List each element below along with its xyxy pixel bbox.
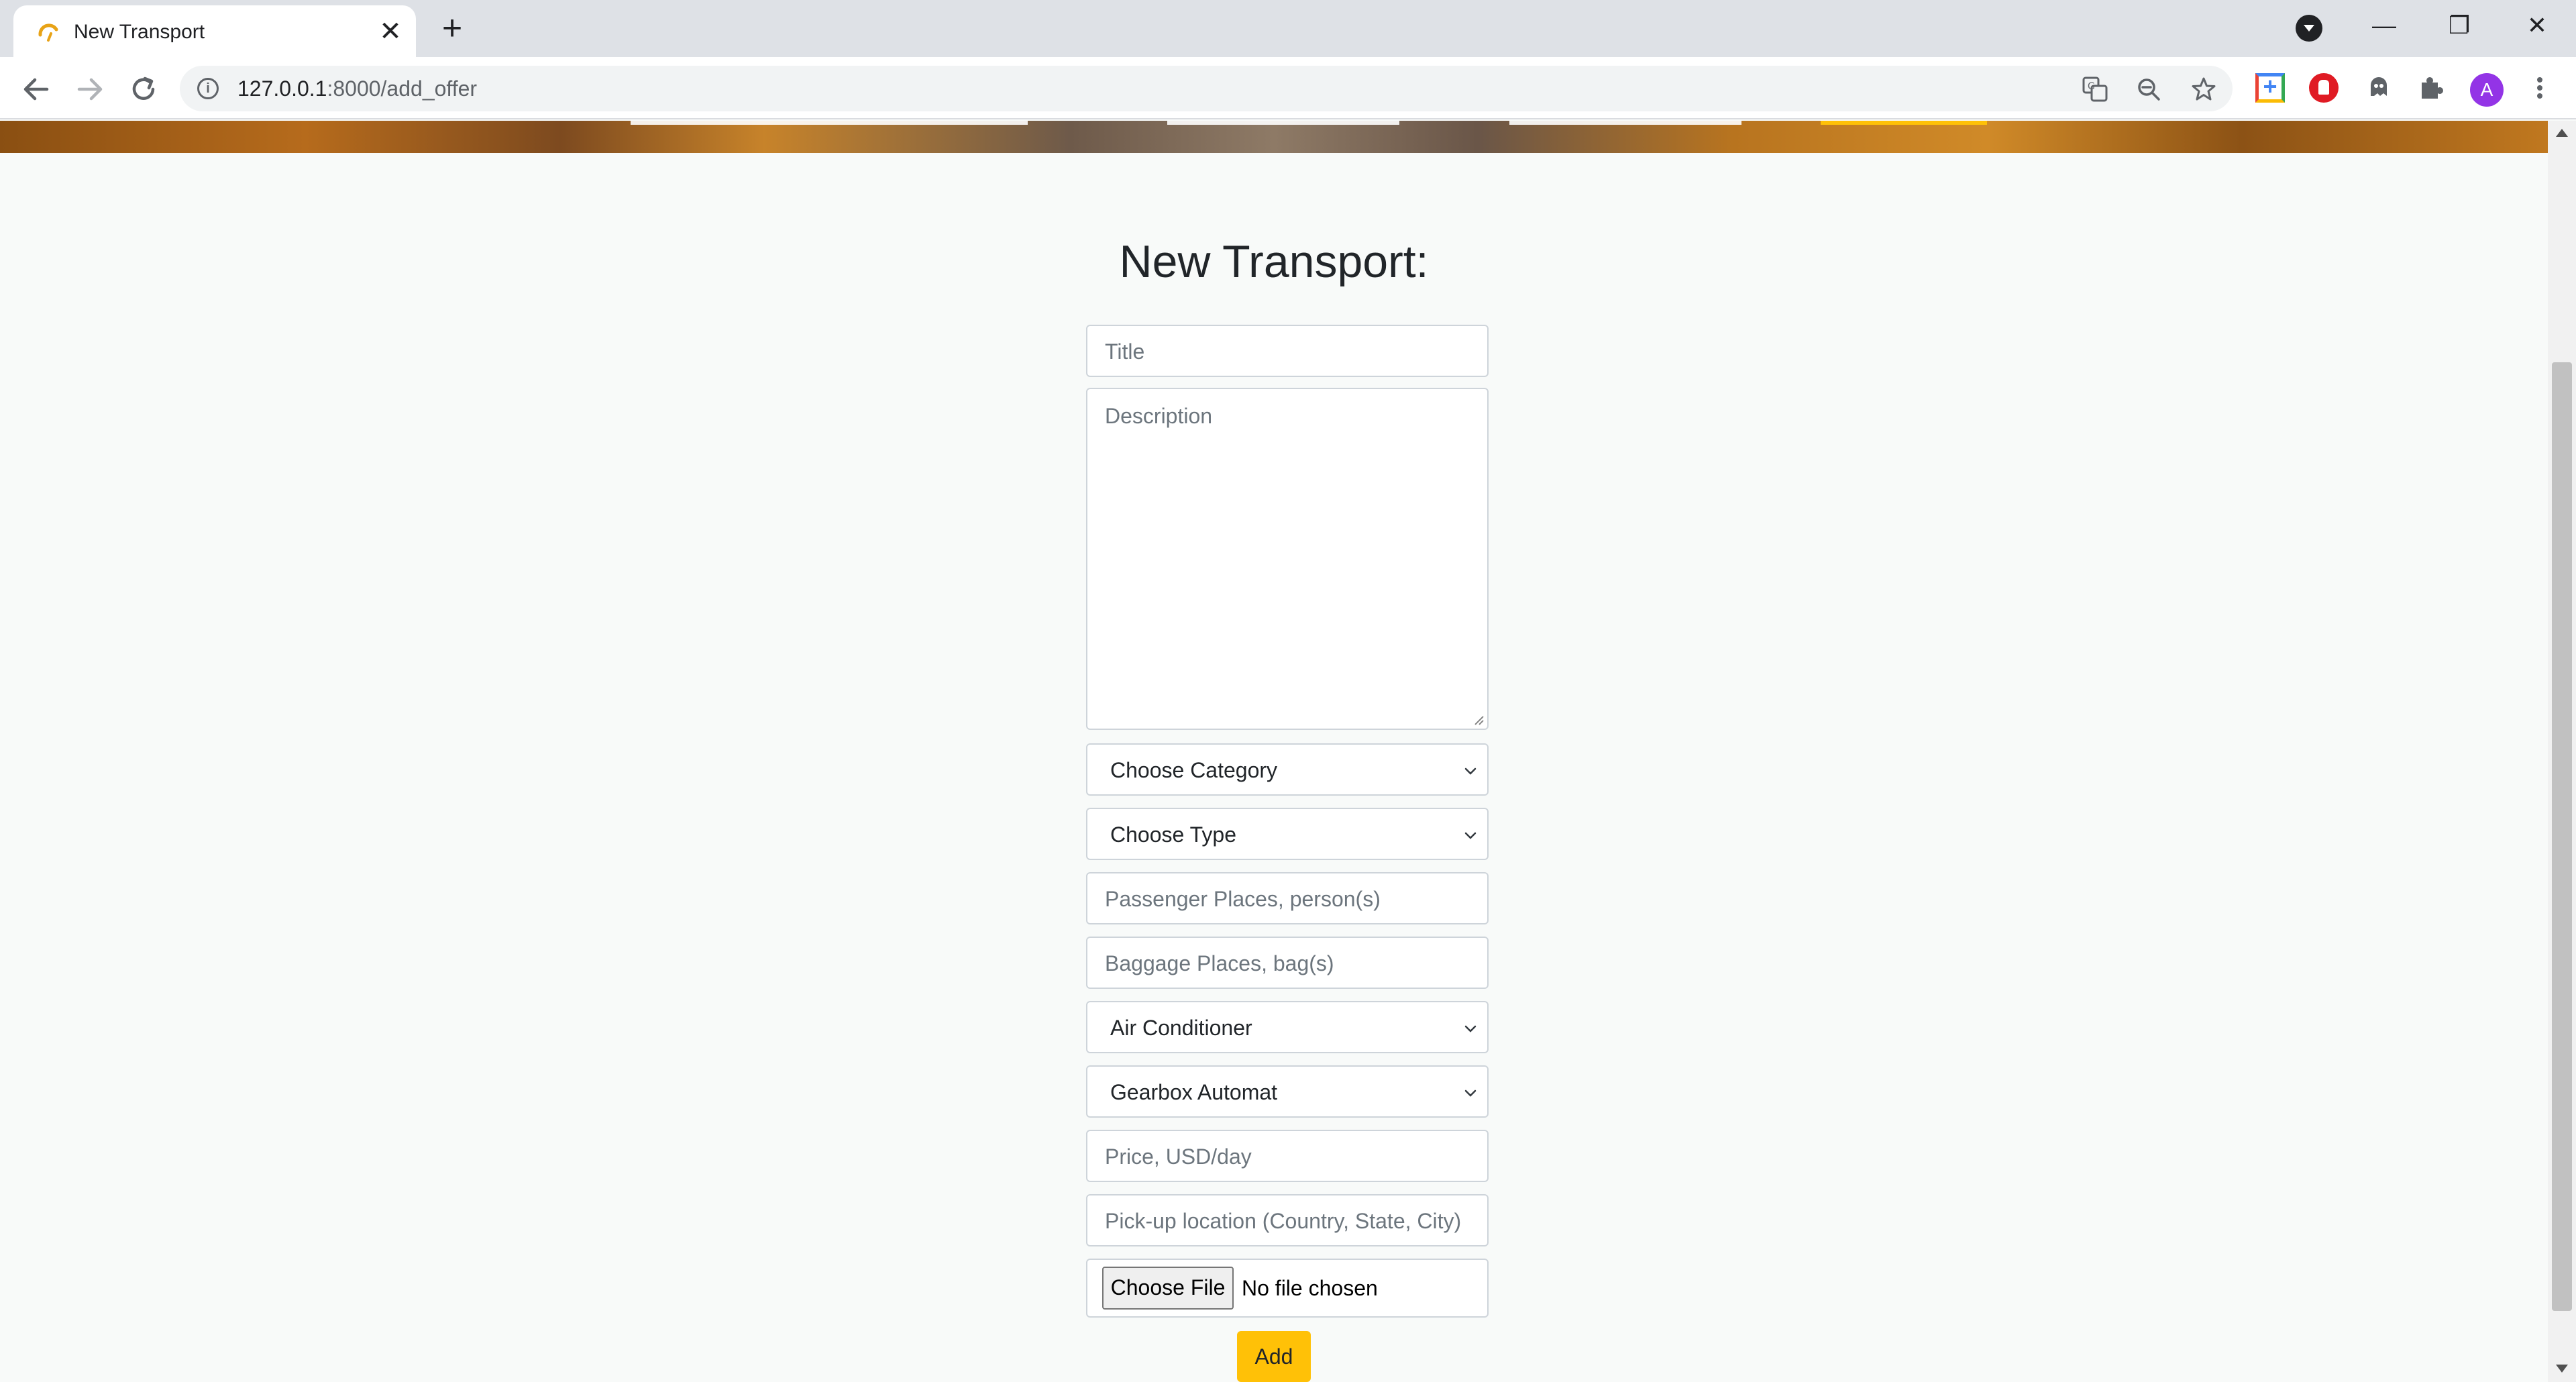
bookmark-star-icon[interactable]: [2190, 75, 2218, 103]
extensions-puzzle-icon[interactable]: [2412, 69, 2450, 107]
page-title: New Transport:: [1119, 236, 1429, 287]
file-upload-field: Choose File No file chosen: [1086, 1259, 1489, 1318]
gearbox-selected-value: Gearbox Automat: [1110, 1080, 1278, 1104]
loading-favicon-icon: [38, 23, 58, 42]
category-select[interactable]: Choose Category: [1086, 743, 1489, 796]
choose-file-button[interactable]: Choose File: [1102, 1267, 1234, 1310]
chevron-down-icon: [1464, 1025, 1477, 1032]
gearbox-select[interactable]: Gearbox Automat: [1086, 1065, 1489, 1118]
title-placeholder: Title: [1105, 339, 1145, 364]
hero-nav-field: [1167, 121, 1399, 125]
restore-icon[interactable]: ❐: [2439, 5, 2479, 46]
baggage-places-input[interactable]: Baggage Places, bag(s): [1086, 937, 1489, 989]
file-status-text: No file chosen: [1242, 1276, 1378, 1300]
svg-text:G: G: [2088, 81, 2095, 92]
browser-tab[interactable]: New Transport ✕: [13, 5, 416, 57]
browser-toolbar: i 127.0.0.1:8000/add_offer G A: [0, 57, 2576, 119]
chevron-down-icon: [1464, 832, 1477, 839]
category-selected-value: Choose Category: [1110, 758, 1278, 782]
description-textarea[interactable]: Description: [1086, 388, 1489, 730]
chevron-down-icon: [1464, 1089, 1477, 1097]
tab-title: New Transport: [74, 21, 205, 43]
forward-arrow-icon[interactable]: [71, 70, 109, 108]
price-input[interactable]: Price, USD/day: [1086, 1130, 1489, 1182]
ghost-extension-icon[interactable]: [2360, 69, 2398, 107]
type-select[interactable]: Choose Type: [1086, 808, 1489, 860]
hero-search-button: [1821, 121, 1987, 125]
new-tab-button[interactable]: +: [435, 11, 470, 46]
adblock-extension-icon[interactable]: [2309, 73, 2339, 103]
close-tab-icon[interactable]: ✕: [376, 17, 405, 46]
resize-handle-icon[interactable]: [1472, 714, 1485, 726]
hero-nav-field: [631, 121, 1028, 125]
google-extension-icon[interactable]: [2255, 72, 2285, 103]
air-conditioner-select[interactable]: Air Conditioner: [1086, 1001, 1489, 1053]
type-selected-value: Choose Type: [1110, 822, 1236, 847]
page-scrollbar[interactable]: [2548, 121, 2576, 1382]
passenger-places-placeholder: Passenger Places, person(s): [1105, 887, 1381, 911]
profile-avatar[interactable]: A: [2470, 73, 2504, 107]
pickup-location-placeholder: Pick-up location (Country, State, City): [1105, 1209, 1462, 1233]
minimize-icon[interactable]: —: [2364, 5, 2404, 46]
description-placeholder: Description: [1105, 404, 1213, 428]
zoom-out-icon[interactable]: [2135, 75, 2163, 103]
baggage-places-placeholder: Baggage Places, bag(s): [1105, 951, 1334, 975]
reload-icon[interactable]: [125, 70, 162, 108]
hero-banner-image: [0, 121, 2548, 153]
title-input[interactable]: Title: [1086, 325, 1489, 377]
chevron-down-icon: [1464, 767, 1477, 775]
pickup-location-input[interactable]: Pick-up location (Country, State, City): [1086, 1194, 1489, 1246]
url-text[interactable]: 127.0.0.1:8000/add_offer: [237, 75, 477, 102]
price-placeholder: Price, USD/day: [1105, 1145, 1252, 1169]
window-close-icon[interactable]: ✕: [2517, 5, 2557, 46]
scroll-up-arrow-icon[interactable]: [2556, 129, 2568, 137]
hero-nav-field: [1509, 121, 1741, 125]
browser-menu-icon[interactable]: [2521, 69, 2559, 107]
scroll-down-arrow-icon[interactable]: [2556, 1365, 2568, 1373]
site-info-icon[interactable]: i: [197, 78, 219, 99]
add-button[interactable]: Add: [1237, 1331, 1311, 1382]
tab-search-icon[interactable]: [2296, 15, 2322, 42]
translate-icon[interactable]: G: [2081, 75, 2109, 103]
address-bar[interactable]: i 127.0.0.1:8000/add_offer G: [180, 66, 2233, 111]
page-viewport: New Transport: Title Description Choose …: [0, 121, 2548, 1382]
browser-tab-strip: New Transport ✕ + — ❐ ✕: [0, 0, 2576, 57]
back-arrow-icon[interactable]: [17, 70, 55, 108]
passenger-places-input[interactable]: Passenger Places, person(s): [1086, 872, 1489, 924]
scrollbar-thumb[interactable]: [2552, 362, 2572, 1311]
air-conditioner-selected-value: Air Conditioner: [1110, 1016, 1252, 1040]
